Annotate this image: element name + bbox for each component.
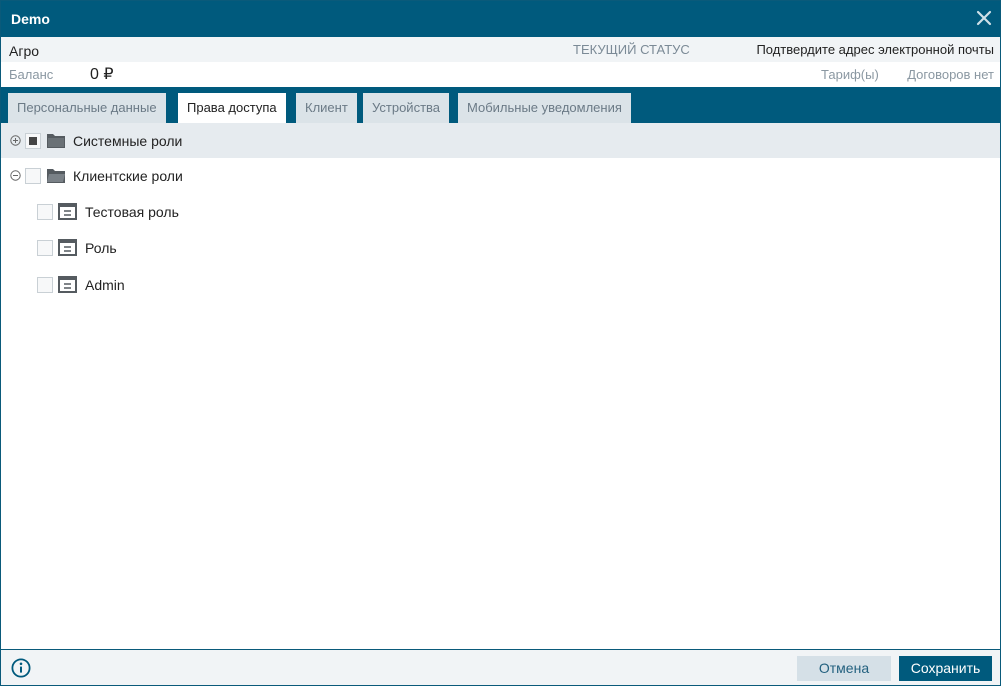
- tree-node-label: Тестовая роль: [85, 204, 179, 220]
- contracts-label: Договоров нет: [907, 67, 994, 82]
- minus-circle-icon[interactable]: [10, 170, 21, 181]
- roles-tree: Системные роли Клиентские роли Тестовая …: [1, 123, 1000, 649]
- window-title: Demo: [11, 11, 50, 27]
- dialog-footer: Отмена Сохранить: [1, 649, 1000, 685]
- tree-node-label: Admin: [85, 277, 125, 293]
- tab-mobile-notifications[interactable]: Мобильные уведомления: [458, 93, 631, 123]
- balance-label: Баланс: [9, 67, 54, 82]
- tree-node-role[interactable]: Тестовая роль: [1, 194, 1000, 229]
- client-roles-checkbox[interactable]: [25, 168, 41, 184]
- close-icon[interactable]: [974, 8, 994, 28]
- info-icon[interactable]: [11, 658, 31, 678]
- tree-node-label: Клиентские роли: [73, 168, 183, 184]
- tariff-label: Тариф(ы): [821, 67, 879, 82]
- tree-node-label: Роль: [85, 240, 117, 256]
- role-icon: [58, 203, 77, 220]
- tab-client[interactable]: Клиент: [296, 93, 357, 123]
- role-icon: [58, 239, 77, 256]
- folder-icon: [47, 169, 65, 183]
- user-name: Агро: [9, 43, 40, 59]
- tree-node-label: Системные роли: [73, 133, 183, 149]
- tab-bar: Персональные данные Права доступа Клиент…: [1, 87, 1000, 123]
- status-label: ТЕКУЩИЙ СТАТУС: [573, 42, 690, 57]
- info-row-balance: Баланс 0 ₽ Тариф(ы) Договоров нет: [1, 62, 1000, 87]
- folder-icon: [47, 134, 65, 148]
- title-bar: Demo: [1, 1, 1000, 37]
- role-checkbox[interactable]: [37, 204, 53, 220]
- role-checkbox[interactable]: [37, 277, 53, 293]
- status-value: Подтвердите адрес электронной почты: [756, 42, 994, 57]
- info-row-name: Агро ТЕКУЩИЙ СТАТУС Подтвердите адрес эл…: [1, 37, 1000, 62]
- tree-node-role[interactable]: Роль: [1, 230, 1000, 265]
- tab-personal-data[interactable]: Персональные данные: [8, 93, 166, 123]
- role-icon: [58, 276, 77, 293]
- cancel-button[interactable]: Отмена: [797, 656, 891, 681]
- system-roles-checkbox[interactable]: [25, 133, 41, 149]
- balance-value: 0 ₽: [90, 66, 114, 83]
- plus-circle-icon[interactable]: [10, 135, 21, 146]
- save-button[interactable]: Сохранить: [899, 656, 992, 681]
- tab-devices[interactable]: Устройства: [363, 93, 450, 123]
- role-checkbox[interactable]: [37, 240, 53, 256]
- tab-access-rights[interactable]: Права доступа: [178, 93, 286, 123]
- user-info-panel: Агро ТЕКУЩИЙ СТАТУС Подтвердите адрес эл…: [1, 37, 1000, 87]
- dialog-window: Demo Агро ТЕКУЩИЙ СТАТУС Подтвердите адр…: [0, 0, 1001, 686]
- tree-node-system-roles[interactable]: Системные роли: [1, 123, 1000, 158]
- tree-node-role[interactable]: Admin: [1, 267, 1000, 302]
- tree-node-client-roles[interactable]: Клиентские роли: [1, 158, 1000, 193]
